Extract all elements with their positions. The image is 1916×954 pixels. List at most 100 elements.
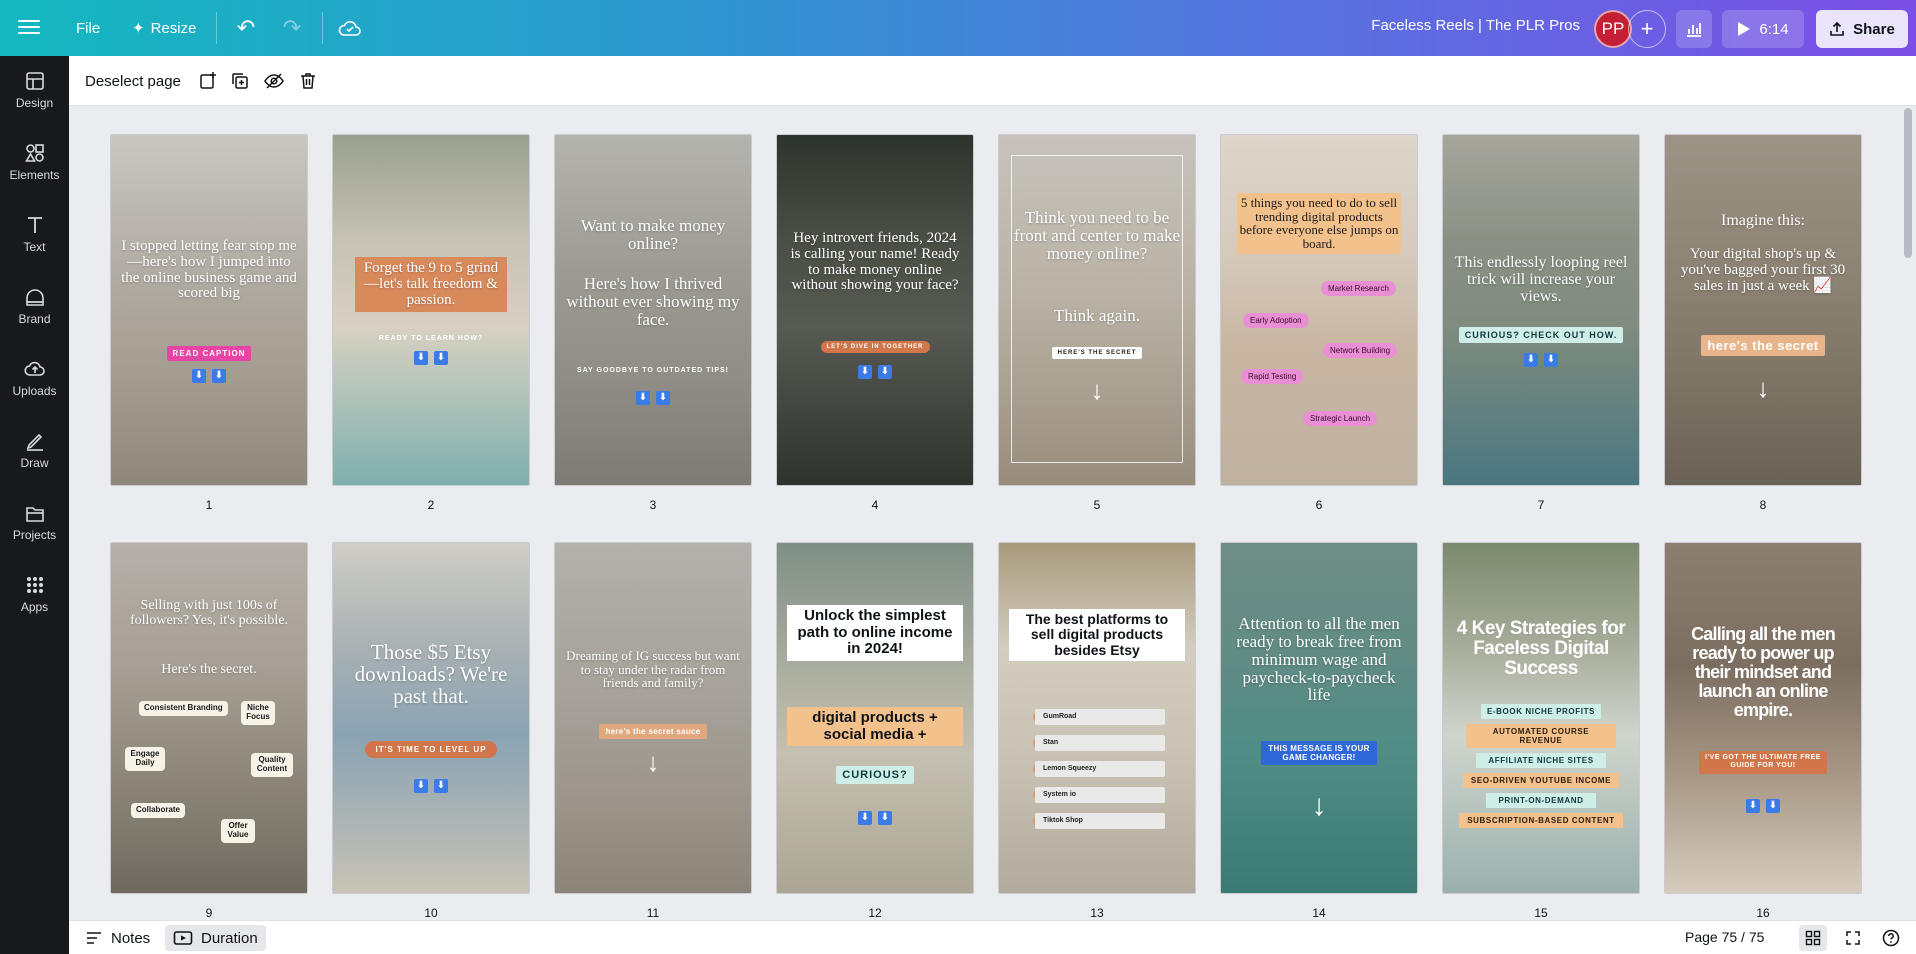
page-thumbnail-7[interactable]: This endlessly looping reel trick will i… bbox=[1442, 134, 1640, 486]
divider bbox=[216, 12, 217, 44]
page-thumbnail-6[interactable]: 5 things you need to do to sell trending… bbox=[1220, 134, 1418, 486]
notes-button[interactable]: Notes bbox=[81, 926, 154, 950]
sidebar-item-brand[interactable]: Brand bbox=[0, 276, 69, 336]
add-page-icon[interactable] bbox=[195, 68, 221, 94]
tag-label: Strategic Launch bbox=[1303, 411, 1378, 426]
list-item: System io bbox=[1035, 787, 1165, 803]
sidebar-item-design[interactable]: Design bbox=[0, 60, 69, 120]
cloud-saved-icon[interactable] bbox=[334, 14, 366, 42]
cta-pill: CURIOUS? bbox=[836, 766, 914, 784]
cta-text: SAY GOODBYE TO OUTDATED TIPS! bbox=[576, 367, 730, 374]
strategy-label: AUTOMATED COURSE REVENUE bbox=[1466, 724, 1616, 748]
headline-box: Forget the 9 to 5 grind—let's talk freed… bbox=[355, 257, 507, 313]
page-toolbar: Deselect page bbox=[69, 56, 1916, 106]
page-number: 9 bbox=[205, 906, 213, 918]
list-item: Stan bbox=[1035, 735, 1165, 751]
undo-icon[interactable]: ↶ bbox=[230, 14, 262, 42]
present-play-button[interactable]: 6:14 bbox=[1722, 10, 1804, 48]
thumbnail-background bbox=[555, 543, 751, 893]
tag-label: Early Adoption bbox=[1243, 313, 1309, 328]
vertical-scrollbar[interactable] bbox=[1904, 108, 1912, 258]
redo-icon[interactable]: ↷ bbox=[276, 14, 308, 42]
sidebar-item-text[interactable]: Text bbox=[0, 204, 69, 264]
page-text: Think you need to be front and center to… bbox=[1013, 208, 1181, 263]
brand-icon bbox=[25, 289, 44, 306]
notes-icon bbox=[87, 932, 101, 944]
cta-text: READY TO LEARN HOW? bbox=[378, 335, 484, 342]
play-icon bbox=[1738, 22, 1751, 36]
fullscreen-button[interactable] bbox=[1839, 925, 1867, 951]
sidebar-item-elements[interactable]: Elements bbox=[0, 132, 69, 192]
bar-chart-icon bbox=[1687, 23, 1701, 37]
page-text: This endlessly looping reel trick will i… bbox=[1454, 254, 1628, 305]
page-text: 4 Key Strategies for Faceless Digital Su… bbox=[1456, 618, 1626, 679]
sticky-note: Consistent Branding bbox=[139, 701, 228, 716]
resize-button[interactable]: ✦ Resize bbox=[124, 14, 204, 42]
page-thumbnail-13[interactable]: The best platforms to sell digital produ… bbox=[998, 542, 1196, 894]
deselect-page-button[interactable]: Deselect page bbox=[85, 68, 181, 94]
duration-button[interactable]: Duration bbox=[165, 925, 266, 951]
play-duration: 6:14 bbox=[1759, 20, 1789, 38]
page-thumbnail-9[interactable]: Selling with just 100s of followers? Yes… bbox=[110, 542, 308, 894]
user-avatar[interactable]: PP bbox=[1594, 10, 1632, 48]
file-menu-button[interactable]: File bbox=[68, 14, 108, 42]
draw-icon bbox=[26, 433, 43, 451]
down-arrows-icon: ⬇ ⬇ bbox=[858, 365, 892, 379]
page-thumbnail-8[interactable]: Imagine this: Your digital shop's up & y… bbox=[1664, 134, 1862, 486]
sparkle-icon: ✦ bbox=[132, 20, 145, 37]
page-subtext: Your digital shop's up & you've bagged y… bbox=[1680, 246, 1846, 294]
headline-box: Unlock the simplest path to online incom… bbox=[787, 605, 963, 661]
add-collaborator-button[interactable]: + bbox=[1628, 10, 1666, 48]
page-thumbnail-10[interactable]: Those $5 Etsy downloads? We're past that… bbox=[332, 542, 530, 894]
document-title[interactable]: Faceless Reels | The PLR Pros bbox=[1350, 17, 1580, 34]
sidebar-item-draw[interactable]: Draw bbox=[0, 420, 69, 480]
page-text: Selling with just 100s of followers? Yes… bbox=[129, 598, 289, 628]
cta-pill: CURIOUS? CHECK OUT HOW. bbox=[1458, 327, 1624, 343]
page-thumbnail-2[interactable]: Forget the 9 to 5 grind—let's talk freed… bbox=[332, 134, 530, 486]
headline-box: The best platforms to sell digital produ… bbox=[1009, 609, 1185, 662]
sidebar-label: Projects bbox=[12, 528, 57, 542]
timer-icon bbox=[173, 931, 193, 945]
sidebar-item-apps[interactable]: Apps bbox=[0, 564, 69, 624]
page-text: Forget the 9 to 5 grind—let's talk freed… bbox=[363, 260, 499, 308]
cta-pill: LET'S DIVE IN TOGETHER bbox=[820, 341, 930, 353]
sidebar-label: Elements bbox=[9, 168, 60, 182]
page-thumbnail-4[interactable]: Hey introvert friends, 2024 is calling y… bbox=[776, 134, 974, 486]
down-arrow-icon: ↓ bbox=[646, 747, 660, 777]
page-thumbnail-14[interactable]: Attention to all the men ready to break … bbox=[1220, 542, 1418, 894]
cta-pill: HERE'S THE SECRET bbox=[1051, 347, 1143, 359]
page-subtext: Here's how I thrived without ever showin… bbox=[566, 274, 740, 329]
sticky-note: Quality Content bbox=[251, 753, 293, 777]
delete-page-icon[interactable] bbox=[295, 68, 321, 94]
page-text: 5 things you need to do to sell trending… bbox=[1239, 195, 1399, 251]
page-number: 3 bbox=[649, 498, 657, 512]
sticky-note: Collaborate bbox=[131, 803, 186, 818]
page-thumbnail-11[interactable]: Dreaming of IG success but want to stay … bbox=[554, 542, 752, 894]
tag-label: Market Research bbox=[1321, 281, 1396, 296]
page-thumbnail-5[interactable]: Think you need to be front and center to… bbox=[998, 134, 1196, 486]
grid-view-icon bbox=[1805, 930, 1821, 946]
cta-pill: READ CAPTION bbox=[166, 346, 252, 361]
sidebar-label: Brand bbox=[18, 312, 51, 326]
left-sidebar: Design Elements Text Brand Uploads Draw … bbox=[0, 56, 69, 954]
editor-topbar: File ✦ Resize ↶ ↷ Faceless Reels | The P… bbox=[0, 0, 1916, 56]
sidebar-item-uploads[interactable]: Uploads bbox=[0, 348, 69, 408]
down-arrow-icon: ↓ bbox=[1311, 789, 1327, 822]
insights-button[interactable] bbox=[1676, 10, 1712, 48]
page-thumbnail-15[interactable]: 4 Key Strategies for Faceless Digital Su… bbox=[1442, 542, 1640, 894]
hamburger-menu-icon[interactable] bbox=[18, 16, 40, 38]
sidebar-label: Text bbox=[23, 240, 46, 254]
page-thumbnail-3[interactable]: Want to make money online? Here's how I … bbox=[554, 134, 752, 486]
grid-view-button[interactable] bbox=[1799, 925, 1827, 951]
down-arrows-icon: ⬇ ⬇ bbox=[636, 391, 670, 405]
sidebar-item-projects[interactable]: Projects bbox=[0, 492, 69, 552]
hide-page-icon[interactable] bbox=[261, 68, 287, 94]
thumbnail-background bbox=[1443, 135, 1639, 485]
page-thumbnail-12[interactable]: Unlock the simplest path to online incom… bbox=[776, 542, 974, 894]
page-thumbnail-16[interactable]: Calling all the men ready to power up th… bbox=[1664, 542, 1862, 894]
page-thumbnail-1[interactable]: I stopped letting fear stop me—here's ho… bbox=[110, 134, 308, 486]
share-button[interactable]: Share bbox=[1816, 10, 1908, 48]
help-button[interactable] bbox=[1877, 925, 1905, 951]
duplicate-page-icon[interactable] bbox=[227, 68, 253, 94]
resize-label: Resize bbox=[150, 19, 197, 37]
